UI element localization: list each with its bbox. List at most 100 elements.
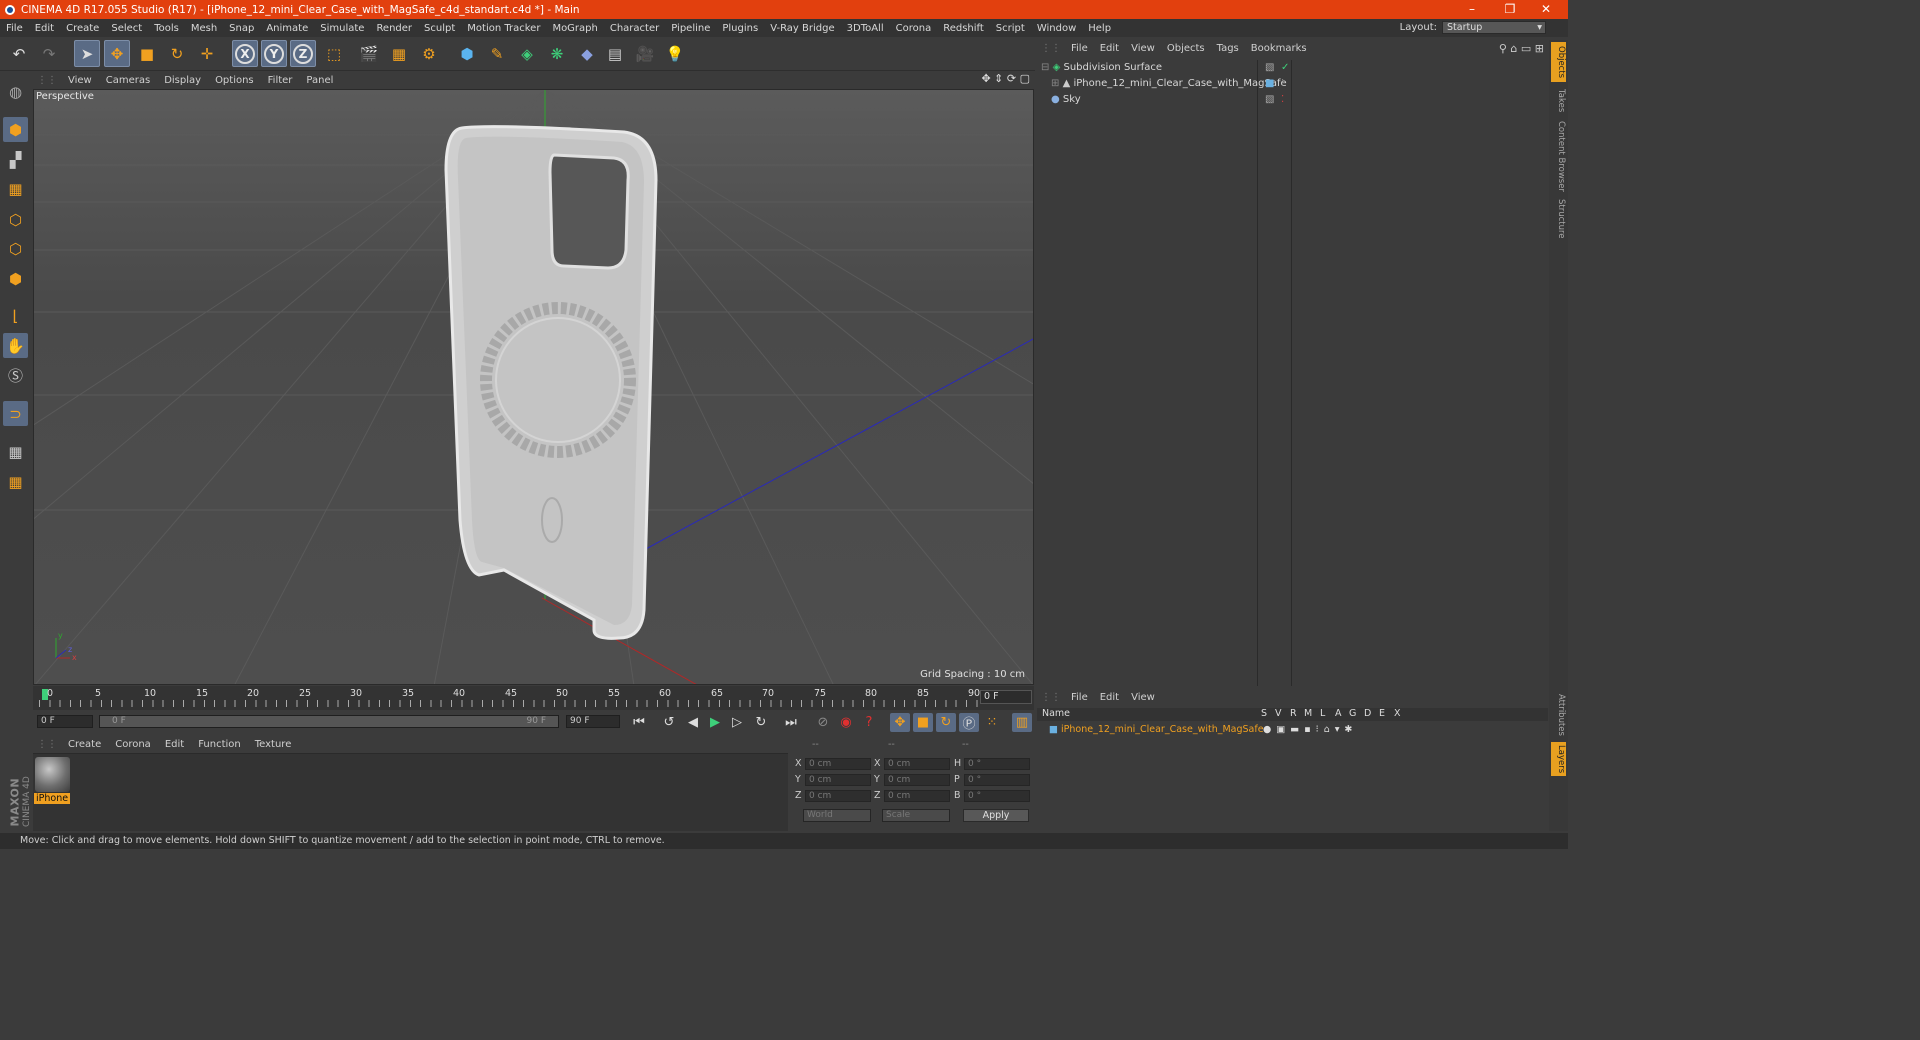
scale-tool-icon[interactable]: ■	[134, 40, 160, 67]
coordinate-system-icon[interactable]: ⬚	[321, 40, 347, 67]
coordinate-mode-dropdown[interactable]: World	[803, 809, 871, 822]
menu-render[interactable]: Render	[370, 23, 418, 34]
material-menu-function[interactable]: Function	[191, 739, 248, 750]
render-picture-viewer-icon[interactable]: ▦	[386, 40, 412, 67]
menu-help[interactable]: Help	[1082, 23, 1117, 34]
menu-redshift[interactable]: Redshift	[937, 23, 990, 34]
render-settings-icon[interactable]: ⚙	[416, 40, 442, 67]
key-rotation-icon[interactable]: ↻	[936, 713, 956, 732]
timeline-ruler[interactable]: 0 5 10 15 20 25 30 35 40 45 50 55 60 65 …	[33, 686, 1034, 710]
points-mode-icon[interactable]: ⬡	[3, 207, 28, 232]
object-manager-search-icon[interactable]: ⚲ ⌂ ▭ ⊞	[1499, 42, 1544, 55]
menu-file[interactable]: File	[0, 23, 29, 34]
restore-button[interactable]: ❐	[1492, 0, 1528, 19]
layer-switches-icons[interactable]: ●▣▬▪⁝⌂▾✱	[1263, 722, 1357, 738]
y-axis-lock-button[interactable]: Y	[261, 40, 287, 67]
visibility-check-icon[interactable]: ✓	[1281, 60, 1289, 76]
menu-corona[interactable]: Corona	[890, 23, 938, 34]
material-menu-corona[interactable]: Corona	[108, 739, 158, 750]
menu-mograph[interactable]: MoGraph	[546, 23, 603, 34]
make-editable-icon[interactable]: ◍	[3, 79, 28, 104]
planar-workplane-icon[interactable]: ▦	[3, 469, 28, 494]
object-name[interactable]: iPhone_12_mini_Clear_Case_with_MagSafe	[1073, 78, 1286, 89]
pen-spline-icon[interactable]: ✎	[484, 40, 510, 67]
deformer-icon[interactable]: ◆	[574, 40, 600, 67]
object-row-iphone-case[interactable]: ⊞ ▲ iPhone_12_mini_Clear_Case_with_MagSa…	[1041, 76, 1548, 92]
object-row-subdivision-surface[interactable]: ⊟ ◈ Subdivision Surface ▧ ✓	[1041, 60, 1548, 76]
apply-button[interactable]: Apply	[963, 809, 1029, 822]
menu-motion-tracker[interactable]: Motion Tracker	[461, 23, 546, 34]
previous-key-icon[interactable]: ↺	[659, 713, 679, 732]
rotation-p-field[interactable]: 0 °	[964, 774, 1030, 786]
menu-create[interactable]: Create	[60, 23, 105, 34]
autokeying-icon[interactable]: ?	[859, 713, 879, 732]
tab-objects[interactable]: Objects	[1551, 42, 1566, 82]
key-scale-icon[interactable]: ■	[913, 713, 933, 732]
z-axis-lock-button[interactable]: Z	[290, 40, 316, 67]
menu-tools[interactable]: Tools	[148, 23, 185, 34]
position-z-field[interactable]: 0 cm	[805, 790, 871, 802]
texture-mode-icon[interactable]: ▞	[3, 147, 28, 172]
previous-frame-icon[interactable]: ◀	[683, 713, 703, 732]
snapping-icon[interactable]: Ⓢ	[3, 363, 28, 388]
edges-mode-icon[interactable]: ⬡	[3, 236, 28, 261]
visibility-dots-icon[interactable]: ⁚	[1281, 92, 1284, 108]
key-position-icon[interactable]: ✥	[890, 713, 910, 732]
material-menu-edit[interactable]: Edit	[158, 739, 191, 750]
size-y-field[interactable]: 0 cm	[884, 774, 950, 786]
visibility-dots-icon[interactable]: ⁚	[1281, 76, 1284, 92]
layer-tag-icon[interactable]: ▧	[1265, 92, 1274, 108]
object-menu-tags[interactable]: Tags	[1211, 43, 1245, 54]
floor-icon[interactable]: ▤	[602, 40, 628, 67]
object-menu-view[interactable]: View	[1125, 43, 1161, 54]
timeline-window-icon[interactable]: ▥	[1012, 713, 1032, 732]
transform-tool-icon[interactable]: ✛	[194, 40, 220, 67]
redo-icon[interactable]: ↷	[36, 40, 62, 67]
frame-ruler[interactable]: 0 5 10 15 20 25 30 35 40 45 50 55 60 65 …	[39, 686, 980, 708]
size-z-field[interactable]: 0 cm	[884, 790, 950, 802]
cloner-icon[interactable]: ❋	[544, 40, 570, 67]
end-frame-field[interactable]: 90 F	[566, 715, 620, 728]
material-menu-texture[interactable]: Texture	[248, 739, 299, 750]
viewport-menu-filter[interactable]: Filter	[261, 75, 300, 86]
menu-mesh[interactable]: Mesh	[185, 23, 223, 34]
size-mode-dropdown[interactable]: Scale	[882, 809, 950, 822]
menu-plugins[interactable]: Plugins	[716, 23, 764, 34]
play-icon[interactable]: ▶	[705, 713, 725, 732]
workplane-mode-icon[interactable]: ▦	[3, 176, 28, 201]
close-button[interactable]: ✕	[1528, 0, 1564, 19]
tab-structure[interactable]: Structure	[1551, 196, 1566, 242]
layer-color-icon[interactable]: ■	[1049, 724, 1058, 735]
object-menu-edit[interactable]: Edit	[1094, 43, 1125, 54]
viewport-menu-options[interactable]: Options	[208, 75, 261, 86]
next-frame-icon[interactable]: ▷	[727, 713, 747, 732]
go-to-start-icon[interactable]: ⏮	[629, 713, 649, 732]
layout-dropdown[interactable]: Startup	[1442, 21, 1546, 34]
position-x-field[interactable]: 0 cm	[805, 758, 871, 770]
material-menu-create[interactable]: Create	[61, 739, 108, 750]
menu-sculpt[interactable]: Sculpt	[418, 23, 461, 34]
layer-tag-icon[interactable]: ▧	[1265, 60, 1274, 76]
lock-workplane-icon[interactable]: ▦	[3, 439, 28, 464]
model-mode-icon[interactable]: ⬢	[3, 117, 28, 142]
layer-color-icon[interactable]: ■	[1265, 76, 1274, 92]
object-menu-file[interactable]: File	[1065, 43, 1094, 54]
3d-viewport[interactable]: y x z Perspective Grid Spacing : 10 cm	[33, 89, 1034, 685]
object-menu-objects[interactable]: Objects	[1161, 43, 1211, 54]
layer-name[interactable]: iPhone_12_mini_Clear_Case_with_MagSafe	[1061, 724, 1264, 735]
object-row-sky[interactable]: ● Sky ▧ ⁚	[1041, 92, 1548, 108]
menu-simulate[interactable]: Simulate	[314, 23, 370, 34]
object-menu-bookmarks[interactable]: Bookmarks	[1245, 43, 1313, 54]
key-parameter-icon[interactable]: Ⓟ	[959, 713, 979, 732]
rotation-h-field[interactable]: 0 °	[964, 758, 1030, 770]
menu-vray-bridge[interactable]: V-Ray Bridge	[764, 23, 840, 34]
tweak-mode-icon[interactable]: ✋	[3, 333, 28, 358]
record-keys-icon[interactable]: ◉	[836, 713, 856, 732]
start-frame-field[interactable]: 0 F	[37, 715, 93, 728]
rotate-tool-icon[interactable]: ↻	[164, 40, 190, 67]
menu-snap[interactable]: Snap	[223, 23, 260, 34]
object-name[interactable]: Sky	[1063, 94, 1081, 105]
menu-select[interactable]: Select	[105, 23, 148, 34]
move-tool-icon[interactable]: ✥	[104, 40, 130, 67]
layer-menu-edit[interactable]: Edit	[1094, 692, 1125, 703]
